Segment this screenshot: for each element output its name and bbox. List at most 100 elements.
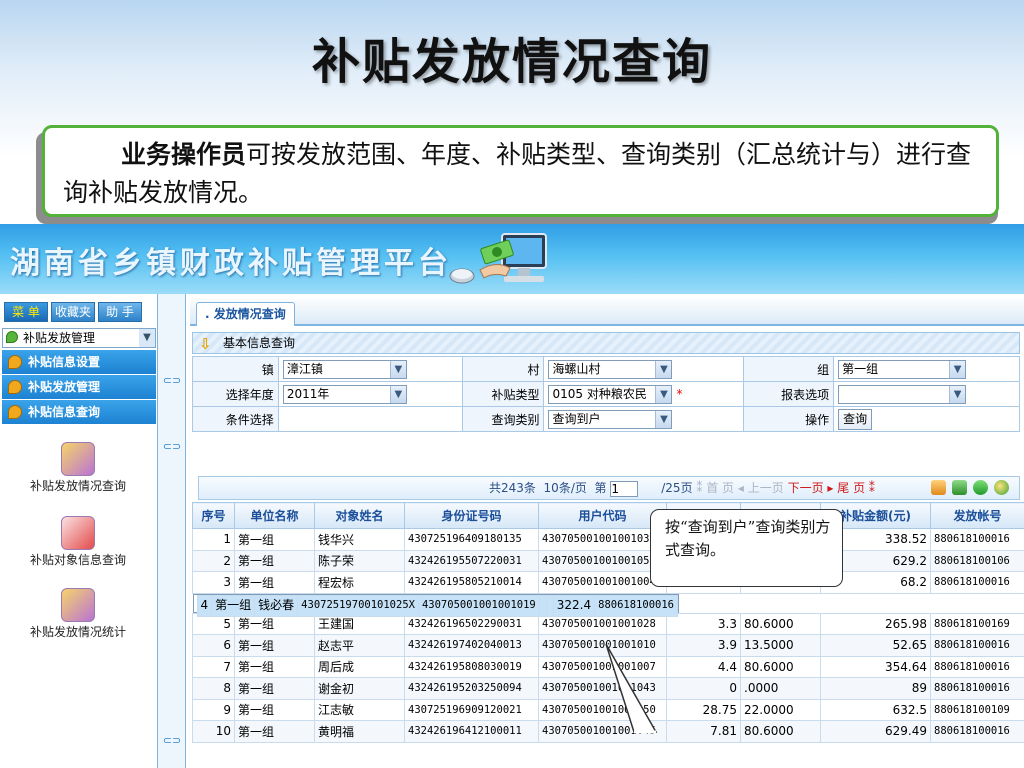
table-row[interactable]: 2 第一组 陈子荣 432426195507220031 430705001001001…	[192, 549, 1024, 572]
section-header: ⇩ 基本信息查询	[192, 332, 1020, 354]
collapse-grip-icon[interactable]: ⊂⊃	[162, 440, 182, 454]
table-cell: 432426195805210014	[404, 571, 539, 594]
excel-icon[interactable]	[952, 480, 967, 495]
shortcut-label: 补贴发放情况统计	[30, 625, 127, 639]
arrow-down-icon: ⇩	[199, 335, 212, 353]
table-cell: 7.81	[666, 720, 741, 743]
query-type-value: 查询到户	[552, 411, 601, 426]
table-header-row: 序号 单位名称 对象姓名 身份证号码 用户代码 数量 补贴标准 补贴金额(元) …	[192, 502, 1024, 529]
table-cell: 880618100106	[930, 549, 1024, 572]
table-cell: 4	[196, 594, 213, 617]
table-cell: 80.6000	[740, 612, 821, 635]
condition-cell[interactable]	[277, 406, 463, 432]
report-option-label: 报表选项	[743, 381, 835, 407]
year-select[interactable]: 2011年 ▼	[282, 384, 407, 404]
subsidy-type-label: 补贴类型	[461, 381, 545, 407]
pager-text: 共243条 10条/页 第 1 /25页 ⁑ 首 页 ◂ 上一页 下一页 ▸ 尾…	[489, 477, 875, 499]
table-cell: 黄明福	[314, 720, 405, 743]
last-page-label: 尾 页	[837, 481, 866, 495]
table-row[interactable]: 4 第一组 钱必春 43072519700101025X 430705001001001…	[192, 593, 679, 617]
table-cell: 第一组	[234, 528, 315, 551]
menu-item-subsidy-payment[interactable]: 补贴发放管理	[2, 375, 156, 400]
table-cell: 430725196909120021	[404, 698, 539, 721]
chevron-down-icon: ▼	[655, 410, 672, 428]
table-cell: 28.75	[666, 698, 741, 721]
table-cell: 43072519700101025X	[297, 594, 419, 617]
group-select-value: 第一组	[842, 361, 879, 376]
table-cell: 432426195507220031	[404, 549, 539, 572]
chevron-down-icon: ▼	[949, 385, 966, 403]
table-cell: 第一组	[234, 549, 315, 572]
next-page-link[interactable]: 下一页	[788, 481, 824, 495]
shortcut-payment-stats[interactable]: 补贴发放情况统计	[0, 588, 156, 640]
chevron-down-icon: ▼	[389, 360, 406, 378]
town-select[interactable]: 漳江镇 ▼	[282, 359, 407, 379]
prev-page-label: 上一页	[747, 481, 784, 495]
tab-payment-query[interactable]: . 发放情况查询	[196, 302, 295, 326]
col-header[interactable]: 对象姓名	[314, 502, 405, 529]
col-header[interactable]: 身份证号码	[404, 502, 539, 529]
table-cell: 354.64	[820, 655, 931, 678]
village-label: 村	[461, 356, 545, 382]
tab-assistant[interactable]: 助 手	[98, 302, 142, 322]
table-cell: 6	[192, 634, 235, 657]
app-title: 湖南省乡镇财政补贴管理平台	[10, 246, 452, 281]
section-title: 基本信息查询	[223, 336, 296, 350]
table-cell: 880618100016	[930, 634, 1024, 657]
col-header[interactable]: 发放帐号	[930, 502, 1024, 529]
sidebar-splitter[interactable]: ⊂⊃ ⊂⊃ ⊂⊃	[158, 294, 186, 768]
table-cell: 80.6000	[740, 655, 821, 678]
sidebar-tabs: 菜 单 收藏夹 助 手	[4, 302, 142, 322]
menu-item-label: 补贴信息设置	[28, 355, 101, 369]
table-cell: 432426196412100011	[404, 720, 539, 743]
village-select[interactable]: 海螺山村 ▼	[548, 359, 673, 379]
tab-favorites[interactable]: 收藏夹	[51, 302, 95, 322]
condition-label: 条件选择	[192, 406, 279, 432]
report-option-select[interactable]: ▼	[838, 384, 967, 404]
table-cell: 赵志平	[314, 634, 405, 657]
col-header[interactable]: 用户代码	[538, 502, 667, 529]
module-select[interactable]: 补贴发放管理 ▼	[2, 328, 156, 348]
table-cell: 880618100016	[930, 571, 1024, 594]
table-row[interactable]: 1 第一组 钱华兴 430725196409180135 430705001001001…	[192, 528, 1024, 551]
globe-icon[interactable]	[994, 480, 1009, 495]
refresh-icon[interactable]	[973, 480, 988, 495]
tab-menu[interactable]: 菜 单	[4, 302, 48, 322]
table-cell: 1	[192, 528, 235, 551]
table-row[interactable]: 3 第一组 程宏标 432426195805210014 430705001001001…	[192, 571, 1024, 594]
leaf-icon	[8, 380, 22, 394]
report-icon	[61, 442, 95, 476]
subsidy-type-select[interactable]: 0105 对种粮农民 ▼	[548, 384, 673, 404]
table-cell: 432426195808030019	[404, 655, 539, 678]
chart-icon	[61, 516, 95, 550]
col-header[interactable]: 序号	[192, 502, 235, 529]
chevron-down-icon: ▼	[655, 385, 672, 403]
shortcut-object-query[interactable]: 补贴对象信息查询	[0, 516, 156, 568]
year-select-value: 2011年	[286, 386, 330, 401]
app-banner: 湖南省乡镇财政补贴管理平台	[0, 224, 1024, 294]
town-select-value: 漳江镇	[286, 361, 323, 376]
collapse-grip-icon[interactable]: ⊂⊃	[162, 374, 182, 388]
menu-item-subsidy-setup[interactable]: 补贴信息设置	[2, 350, 156, 375]
go-icon[interactable]	[931, 480, 946, 495]
table-cell: 880618100016	[930, 677, 1024, 700]
menu-item-subsidy-query[interactable]: 补贴信息查询	[2, 400, 156, 425]
page-input[interactable]: 1	[610, 480, 639, 497]
col-header[interactable]: 单位名称	[234, 502, 315, 529]
query-button[interactable]: 查询	[838, 408, 873, 430]
collapse-grip-icon[interactable]: ⊂⊃	[162, 734, 182, 748]
query-type-select[interactable]: 查询到户 ▼	[548, 409, 673, 429]
prev-page-link: ◂ 上一页	[737, 481, 784, 495]
computer-money-icon	[449, 233, 547, 284]
table-cell: 第一组	[234, 720, 315, 743]
query-type-label: 查询类别	[461, 406, 545, 432]
total-count: 共243条	[489, 481, 536, 495]
group-select[interactable]: 第一组 ▼	[838, 359, 967, 379]
menu-item-label: 补贴发放管理	[28, 380, 101, 394]
menu-item-label: 补贴信息查询	[28, 405, 101, 419]
table-cell: .0000	[740, 677, 821, 700]
last-page-link[interactable]: ▸ 尾 页 ⁑	[827, 481, 875, 495]
table-cell: 880618100016	[594, 594, 678, 617]
shortcut-payment-query[interactable]: 补贴发放情况查询	[0, 442, 156, 494]
required-mark: *	[676, 386, 683, 401]
